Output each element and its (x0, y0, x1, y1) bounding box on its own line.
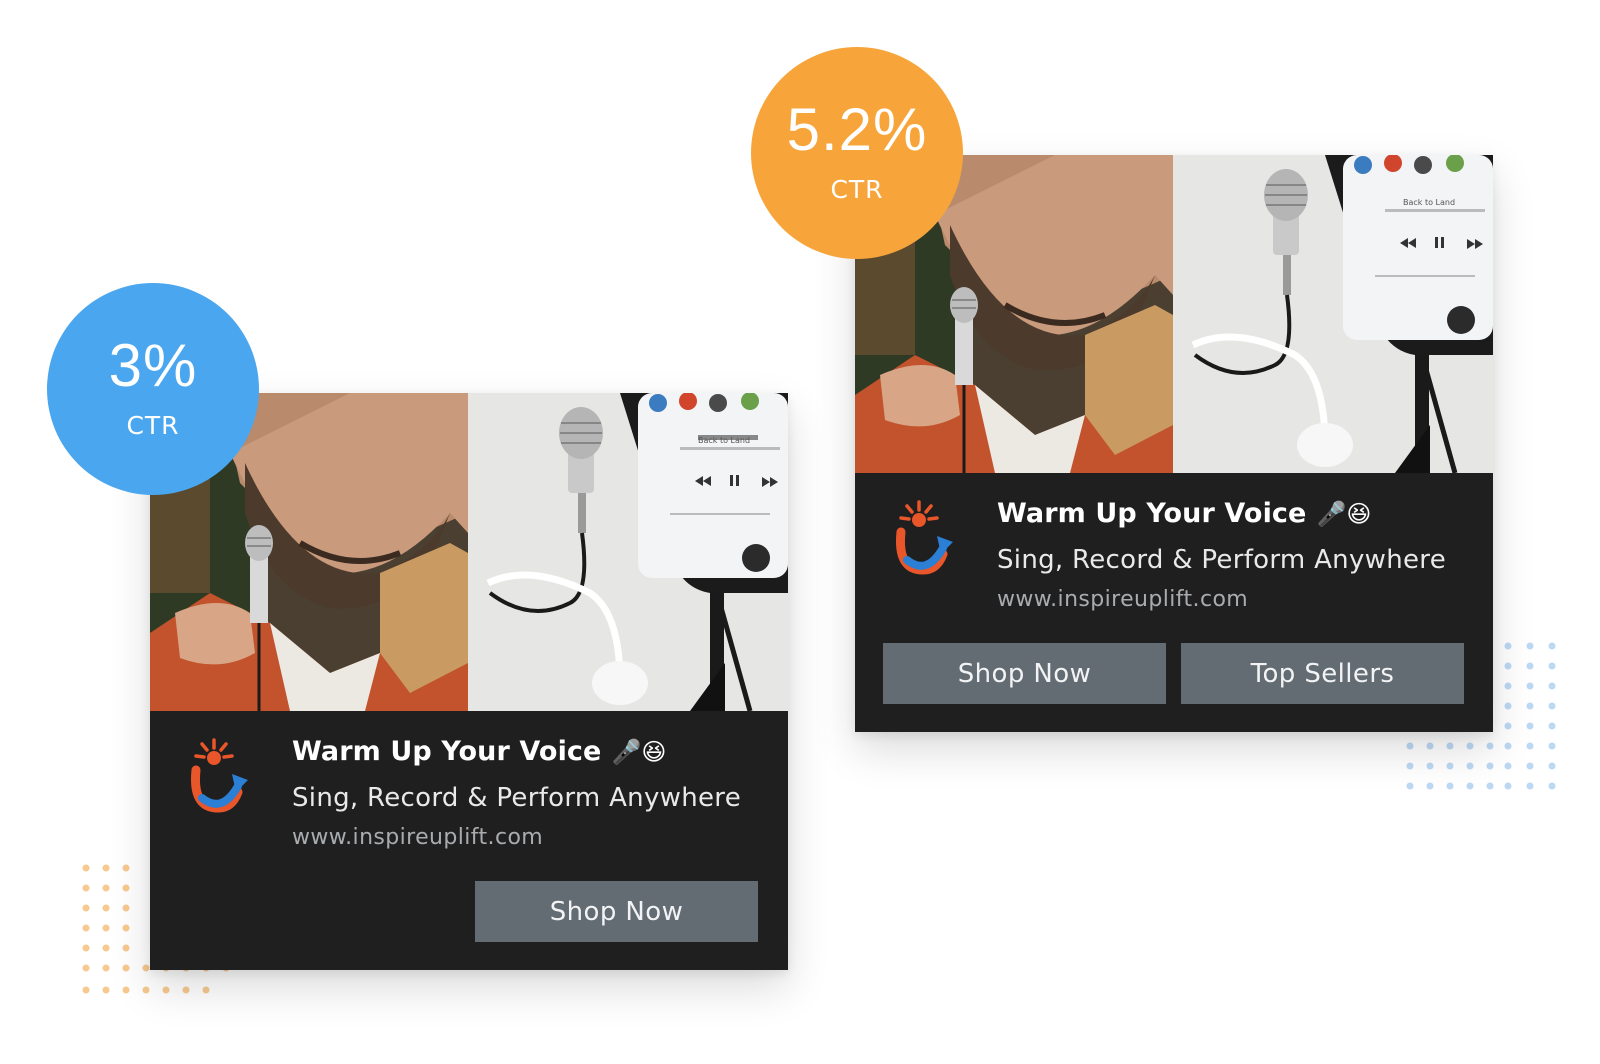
shop-now-button[interactable]: Shop Now (475, 881, 758, 942)
ad-card-variant-b[interactable]: Back to Land Warm Up Your Voice 🎤😆 Sing,… (855, 155, 1493, 732)
ad-headline[interactable]: Warm Up Your Voice 🎤😆 (997, 498, 1372, 529)
ad-display-url[interactable]: www.inspireuplift.com (997, 587, 1248, 612)
ctr-value: 3% (108, 332, 198, 399)
ad-card-variant-a[interactable]: Back to Land Warm Up Your Voice 🎤😆 Sing,… (150, 393, 788, 970)
ad-headline-text: Warm Up Your Voice (997, 498, 1307, 529)
top-sellers-button[interactable]: Top Sellers (1181, 643, 1464, 704)
ad-product-photo[interactable]: Back to Land (150, 393, 788, 711)
ctr-value: 5.2% (786, 96, 928, 163)
ctr-badge-variant-a: 3% CTR (47, 283, 259, 495)
ad-description: Sing, Record & Perform Anywhere (292, 783, 742, 813)
inspireuplift-logo-icon (188, 736, 252, 816)
phone-track-title: Back to Land (698, 436, 750, 445)
ad-description: Sing, Record & Perform Anywhere (997, 545, 1447, 575)
ad-display-url[interactable]: www.inspireuplift.com (292, 825, 543, 850)
microphone-emoji-icon: 🎤😆 (611, 738, 667, 766)
ad-headline-text: Warm Up Your Voice (292, 736, 602, 767)
ctr-label: CTR (126, 411, 180, 440)
ad-headline[interactable]: Warm Up Your Voice 🎤😆 (292, 736, 667, 767)
phone-track-title: Back to Land (1403, 198, 1455, 207)
shop-now-button[interactable]: Shop Now (883, 643, 1166, 704)
ctr-badge-variant-b: 5.2% CTR (751, 47, 963, 259)
ctr-label: CTR (830, 175, 884, 204)
inspireuplift-logo-icon (893, 498, 957, 578)
microphone-emoji-icon: 🎤😆 (1316, 500, 1372, 528)
